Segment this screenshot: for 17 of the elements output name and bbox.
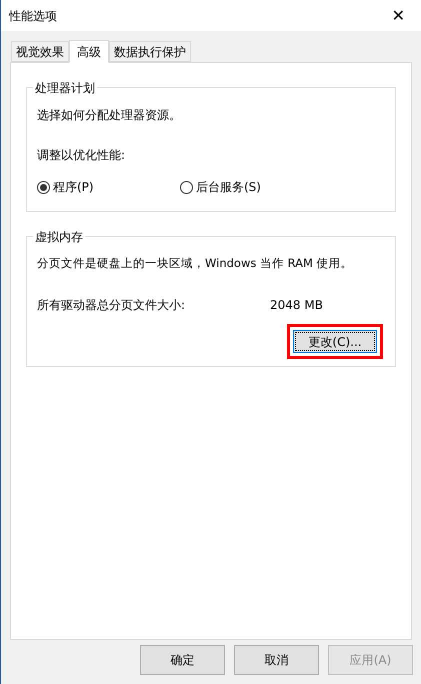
window-title: 性能选项 [9, 8, 57, 24]
size-value: 2048 MB [270, 297, 323, 314]
description-text: 选择如何分配处理器资源。 [37, 107, 182, 124]
dialog-button[interactable]: 取消 [234, 645, 319, 675]
close-button[interactable]: ✕ [388, 8, 409, 24]
description-text: 分页文件是硬盘上的一块区域，Windows 当作 RAM 使用。 [37, 255, 354, 272]
change-button[interactable]: 更改(C)... [293, 330, 377, 354]
group-title: 处理器计划 [33, 79, 97, 97]
radio-option[interactable]: 程序(P) [37, 178, 180, 196]
tab[interactable]: 视觉效果 [11, 41, 69, 62]
tab[interactable]: 高级 [69, 40, 109, 63]
radio-option[interactable]: 后台服务(S) [180, 178, 261, 196]
dialog-button[interactable]: 确定 [140, 645, 225, 675]
size-label: 所有驱动器总分页文件大小: [37, 297, 186, 314]
adjust-label: 调整以优化性能: [37, 147, 126, 164]
group-title: 虚拟内存 [33, 228, 85, 246]
tab[interactable]: 数据执行保护 [109, 41, 191, 62]
